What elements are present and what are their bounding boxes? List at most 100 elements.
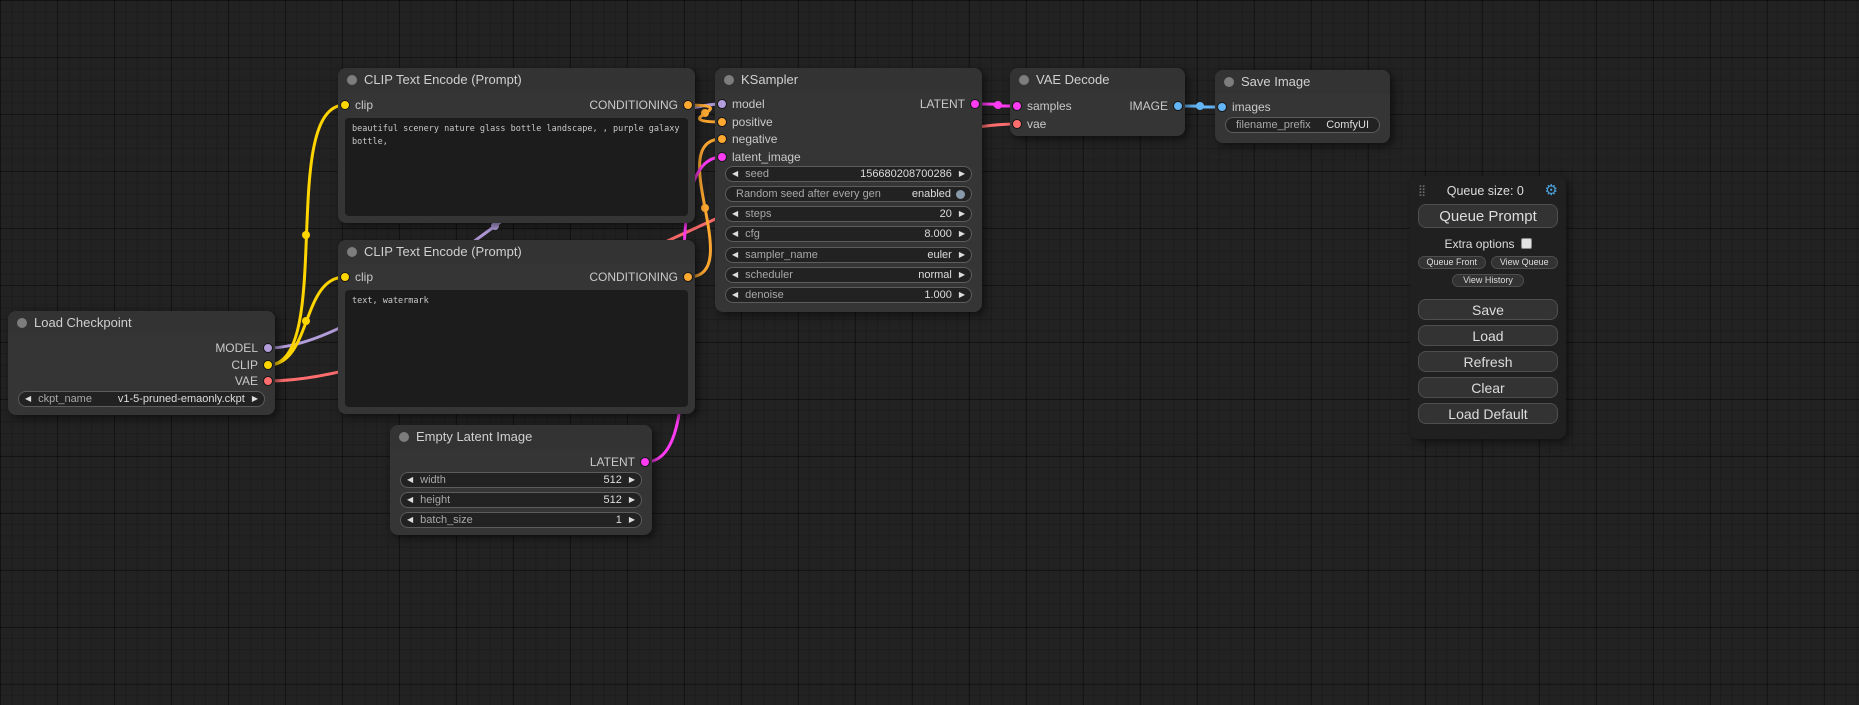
widget-value: 1.000	[784, 289, 952, 301]
node-collapse-dot[interactable]	[724, 75, 734, 85]
width-widget[interactable]: ◀ width 512 ▶	[400, 472, 642, 488]
scheduler-widget[interactable]: ◀ scheduler normal ▶	[725, 267, 972, 283]
decrement-icon[interactable]: ◀	[732, 288, 738, 302]
prompt-textarea[interactable]: beautiful scenery nature glass bottle la…	[345, 118, 688, 216]
output-slot-latent: LATENT	[390, 453, 652, 471]
widget-name: height	[420, 494, 450, 506]
decrement-icon[interactable]: ◀	[732, 207, 738, 221]
latent-image-input-port[interactable]	[717, 152, 727, 162]
clip-input-port[interactable]	[340, 100, 350, 110]
vae-input-port[interactable]	[1012, 119, 1022, 129]
increment-icon[interactable]: ▶	[629, 493, 635, 507]
denoise-widget[interactable]: ◀ denoise 1.000 ▶	[725, 287, 972, 303]
widget-value: euler	[818, 249, 952, 261]
node-collapse-dot[interactable]	[347, 247, 357, 257]
node-titlebar[interactable]: Empty Latent Image	[390, 425, 652, 449]
prompt-textarea[interactable]: text, watermark	[345, 290, 688, 407]
node-ksampler[interactable]: KSampler model LATENT positive negative …	[715, 68, 982, 312]
node-clip-text-encode-positive[interactable]: CLIP Text Encode (Prompt) clip CONDITION…	[338, 68, 695, 223]
load-button[interactable]: Load	[1418, 325, 1558, 346]
decrement-icon[interactable]: ◀	[407, 493, 413, 507]
decrement-icon[interactable]: ◀	[25, 392, 31, 406]
batch-size-widget[interactable]: ◀ batch_size 1 ▶	[400, 512, 642, 528]
decrement-icon[interactable]: ◀	[732, 248, 738, 262]
widget-name: steps	[745, 208, 771, 220]
positive-input-port[interactable]	[717, 117, 727, 127]
samples-input-port[interactable]	[1012, 101, 1022, 111]
node-titlebar[interactable]: VAE Decode	[1010, 68, 1185, 92]
node-titlebar[interactable]: CLIP Text Encode (Prompt)	[338, 240, 695, 264]
images-input-port[interactable]	[1217, 102, 1227, 112]
clip-output-port[interactable]	[263, 360, 273, 370]
node-titlebar[interactable]: CLIP Text Encode (Prompt)	[338, 68, 695, 92]
node-empty-latent-image[interactable]: Empty Latent Image LATENT ◀ width 512 ▶ …	[390, 425, 652, 535]
drag-handle-icon[interactable]: ⣿	[1418, 184, 1426, 197]
clear-button[interactable]: Clear	[1418, 377, 1558, 398]
increment-icon[interactable]: ▶	[959, 167, 965, 181]
latent-output-port[interactable]	[640, 457, 650, 467]
vae-output-port[interactable]	[263, 376, 273, 386]
queue-panel: ⣿ Queue size: 0 ⚙ Queue Prompt Extra opt…	[1410, 176, 1566, 439]
settings-gear-icon[interactable]: ⚙	[1545, 183, 1558, 198]
toggle-indicator[interactable]	[956, 190, 965, 199]
clip-input-port[interactable]	[340, 272, 350, 282]
graph-canvas[interactable]: Load Checkpoint MODEL CLIP VAE ◀ ckpt_na…	[0, 0, 1859, 705]
queue-front-button[interactable]: Queue Front	[1418, 256, 1486, 269]
node-collapse-dot[interactable]	[1019, 75, 1029, 85]
refresh-button[interactable]: Refresh	[1418, 351, 1558, 372]
model-output-port[interactable]	[263, 343, 273, 353]
node-collapse-dot[interactable]	[1224, 77, 1234, 87]
increment-icon[interactable]: ▶	[959, 207, 965, 221]
widget-value: 512	[450, 494, 622, 506]
node-collapse-dot[interactable]	[399, 432, 409, 442]
decrement-icon[interactable]: ◀	[407, 513, 413, 527]
view-queue-button[interactable]: View Queue	[1491, 256, 1559, 269]
node-collapse-dot[interactable]	[347, 75, 357, 85]
increment-icon[interactable]: ▶	[629, 513, 635, 527]
model-input-port[interactable]	[717, 99, 727, 109]
increment-icon[interactable]: ▶	[959, 227, 965, 241]
conditioning-output-port[interactable]	[683, 272, 693, 282]
decrement-icon[interactable]: ◀	[732, 268, 738, 282]
queue-prompt-button[interactable]: Queue Prompt	[1418, 204, 1558, 228]
sampler-name-widget[interactable]: ◀ sampler_name euler ▶	[725, 247, 972, 263]
increment-icon[interactable]: ▶	[252, 392, 258, 406]
increment-icon[interactable]: ▶	[959, 288, 965, 302]
steps-widget[interactable]: ◀ steps 20 ▶	[725, 206, 972, 222]
increment-icon[interactable]: ▶	[959, 248, 965, 262]
decrement-icon[interactable]: ◀	[732, 167, 738, 181]
node-title: Empty Latent Image	[416, 429, 532, 444]
node-title: KSampler	[741, 72, 798, 87]
image-output-port[interactable]	[1173, 101, 1183, 111]
negative-input-port[interactable]	[717, 134, 727, 144]
seed-widget[interactable]: ◀ seed 156680208700286 ▶	[725, 166, 972, 182]
node-titlebar[interactable]: Save Image	[1215, 70, 1390, 94]
node-collapse-dot[interactable]	[17, 318, 27, 328]
input-slot-negative: negative	[715, 130, 982, 148]
latent-output-port[interactable]	[970, 99, 980, 109]
node-save-image[interactable]: Save Image images filename_prefix ComfyU…	[1215, 70, 1390, 143]
slot-row: clip CONDITIONING	[338, 96, 695, 114]
increment-icon[interactable]: ▶	[629, 473, 635, 487]
slot-label: IMAGE	[1129, 97, 1168, 115]
node-title: VAE Decode	[1036, 72, 1109, 87]
decrement-icon[interactable]: ◀	[732, 227, 738, 241]
height-widget[interactable]: ◀ height 512 ▶	[400, 492, 642, 508]
cfg-widget[interactable]: ◀ cfg 8.000 ▶	[725, 226, 972, 242]
node-title: CLIP Text Encode (Prompt)	[364, 72, 522, 87]
view-history-button[interactable]: View History	[1452, 274, 1524, 287]
filename-prefix-widget[interactable]: filename_prefix ComfyUI	[1225, 117, 1380, 133]
increment-icon[interactable]: ▶	[959, 268, 965, 282]
node-vae-decode[interactable]: VAE Decode samples IMAGE vae	[1010, 68, 1185, 136]
ckpt-name-widget[interactable]: ◀ ckpt_name v1-5-pruned-emaonly.ckpt ▶	[18, 391, 265, 407]
extra-options-checkbox[interactable]	[1521, 238, 1532, 249]
save-button[interactable]: Save	[1418, 299, 1558, 320]
node-titlebar[interactable]: Load Checkpoint	[8, 311, 275, 335]
node-titlebar[interactable]: KSampler	[715, 68, 982, 92]
node-clip-text-encode-negative[interactable]: CLIP Text Encode (Prompt) clip CONDITION…	[338, 240, 695, 414]
node-load-checkpoint[interactable]: Load Checkpoint MODEL CLIP VAE ◀ ckpt_na…	[8, 311, 275, 415]
random-seed-toggle-widget[interactable]: Random seed after every gen enabled	[725, 186, 972, 202]
decrement-icon[interactable]: ◀	[407, 473, 413, 487]
conditioning-output-port[interactable]	[683, 100, 693, 110]
load-default-button[interactable]: Load Default	[1418, 403, 1558, 424]
